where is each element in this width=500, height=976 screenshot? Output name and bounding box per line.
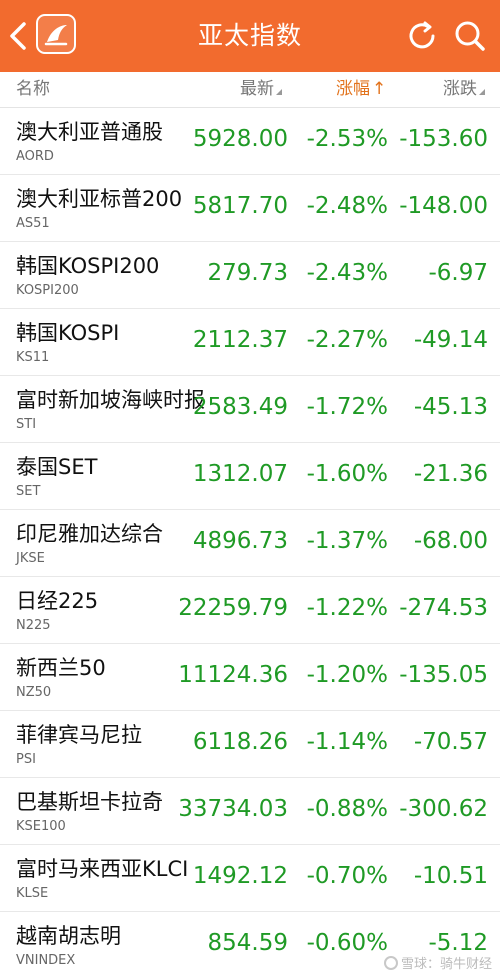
index-code: KSE100	[16, 819, 66, 834]
index-name: 日经225	[16, 589, 99, 613]
change-percent: -1.22%	[306, 595, 388, 621]
index-name: 澳大利亚普通股	[16, 120, 163, 144]
list-item[interactable]: 澳大利亚标普200 AS51 5817.70 -2.48% -148.00	[0, 175, 500, 242]
list-item[interactable]: 印尼雅加达综合 JKSE 4896.73 -1.37% -68.00	[0, 510, 500, 577]
index-code: VNINDEX	[16, 953, 76, 968]
search-button[interactable]	[452, 18, 488, 54]
sort-indicator-icon	[479, 89, 485, 95]
column-header-row: 名称 最新 涨幅 ↑ 涨跌	[0, 72, 500, 108]
index-name: 富时新加坡海峡时报	[16, 388, 205, 412]
change-value: -21.36	[413, 461, 488, 487]
watermark: 雪球：骑牛财经	[383, 953, 492, 972]
change-percent: -0.60%	[306, 930, 388, 956]
change-value: -148.00	[399, 193, 488, 219]
index-name: 澳大利亚标普200	[16, 187, 183, 211]
latest-value: 279.73	[207, 260, 288, 286]
column-header-change-pct[interactable]: 涨幅 ↑	[336, 72, 386, 106]
change-percent: -2.27%	[306, 327, 388, 353]
watermark-text: 雪球：骑牛财经	[400, 957, 492, 972]
latest-value: 5817.70	[192, 193, 288, 219]
index-code: NZ50	[16, 685, 52, 700]
list-item[interactable]: 富时新加坡海峡时报 STI 2583.49 -1.72% -45.13	[0, 376, 500, 443]
change-percent: -1.60%	[306, 461, 388, 487]
list-item[interactable]: 新西兰50 NZ50 11124.36 -1.20% -135.05	[0, 644, 500, 711]
search-icon	[455, 21, 485, 51]
index-code: KS11	[16, 350, 50, 365]
change-percent: -0.70%	[306, 863, 388, 889]
latest-value: 4896.73	[192, 528, 288, 554]
change-value: -274.53	[399, 595, 488, 621]
change-percent: -1.14%	[306, 729, 388, 755]
top-app-bar: 亚太指数	[0, 0, 500, 72]
list-item[interactable]: 澳大利亚普通股 AORD 5928.00 -2.53% -153.60	[0, 108, 500, 175]
change-value: -10.51	[413, 863, 488, 889]
column-header-latest-label: 最新	[240, 79, 274, 99]
column-header-change[interactable]: 涨跌	[443, 72, 485, 106]
index-code: KOSPI200	[16, 283, 79, 298]
list-item[interactable]: 巴基斯坦卡拉奇 KSE100 33734.03 -0.88% -300.62	[0, 778, 500, 845]
change-value: -135.05	[399, 662, 488, 688]
index-code: AS51	[16, 216, 50, 231]
latest-value: 1312.07	[192, 461, 288, 487]
list-item[interactable]: 泰国SET SET 1312.07 -1.60% -21.36	[0, 443, 500, 510]
change-value: -6.97	[428, 260, 488, 286]
change-value: -70.57	[413, 729, 488, 755]
index-code: STI	[16, 417, 37, 432]
change-value: -68.00	[413, 528, 488, 554]
latest-value: 2112.37	[192, 327, 288, 353]
index-name: 巴基斯坦卡拉奇	[16, 790, 163, 814]
latest-value: 1492.12	[192, 863, 288, 889]
change-value: -49.14	[413, 327, 488, 353]
index-code: PSI	[16, 752, 36, 767]
latest-value: 11124.36	[178, 662, 288, 688]
latest-value: 5928.00	[192, 126, 288, 152]
list-item[interactable]: 日经225 N225 22259.79 -1.22% -274.53	[0, 577, 500, 644]
list-item[interactable]: 菲律宾马尼拉 PSI 6118.26 -1.14% -70.57	[0, 711, 500, 778]
index-code: KLSE	[16, 886, 49, 901]
change-percent: -2.48%	[306, 193, 388, 219]
list-item[interactable]: 韩国KOSPI200 KOSPI200 279.73 -2.43% -6.97	[0, 242, 500, 309]
change-value: -45.13	[413, 394, 488, 420]
column-header-name: 名称	[16, 79, 50, 99]
index-list: 澳大利亚普通股 AORD 5928.00 -2.53% -153.60 澳大利亚…	[0, 108, 500, 976]
change-percent: -1.37%	[306, 528, 388, 554]
column-header-change-pct-label: 涨幅	[336, 79, 370, 99]
refresh-button[interactable]	[404, 18, 440, 54]
index-name: 越南胡志明	[16, 924, 121, 948]
index-code: SET	[16, 484, 41, 499]
latest-value: 33734.03	[178, 796, 288, 822]
xueqiu-logo-icon	[383, 956, 398, 970]
list-item[interactable]: 富时马来西亚KLCI KLSE 1492.12 -0.70% -10.51	[0, 845, 500, 912]
list-item[interactable]: 韩国KOSPI KS11 2112.37 -2.27% -49.14	[0, 309, 500, 376]
change-percent: -1.72%	[306, 394, 388, 420]
index-code: AORD	[16, 149, 54, 164]
index-name: 泰国SET	[16, 455, 98, 479]
change-value: -153.60	[399, 126, 488, 152]
change-value: -300.62	[399, 796, 488, 822]
refresh-icon	[409, 21, 435, 49]
latest-value: 854.59	[207, 930, 288, 956]
index-code: JKSE	[16, 551, 45, 566]
change-percent: -1.20%	[306, 662, 388, 688]
index-name: 富时马来西亚KLCI	[16, 857, 189, 881]
sort-arrow-up-icon: ↑	[372, 79, 387, 99]
index-name: 印尼雅加达综合	[16, 522, 163, 546]
change-percent: -2.43%	[306, 260, 388, 286]
column-header-latest[interactable]: 最新	[240, 72, 282, 106]
index-name: 菲律宾马尼拉	[16, 723, 142, 747]
change-percent: -2.53%	[306, 126, 388, 152]
index-name: 新西兰50	[16, 656, 106, 680]
index-name: 韩国KOSPI200	[16, 254, 160, 278]
column-header-change-label: 涨跌	[443, 79, 477, 99]
latest-value: 22259.79	[178, 595, 288, 621]
change-percent: -0.88%	[306, 796, 388, 822]
latest-value: 6118.26	[192, 729, 288, 755]
latest-value: 2583.49	[192, 394, 288, 420]
index-name: 韩国KOSPI	[16, 321, 120, 345]
sort-indicator-icon	[276, 89, 282, 95]
index-code: N225	[16, 618, 51, 633]
